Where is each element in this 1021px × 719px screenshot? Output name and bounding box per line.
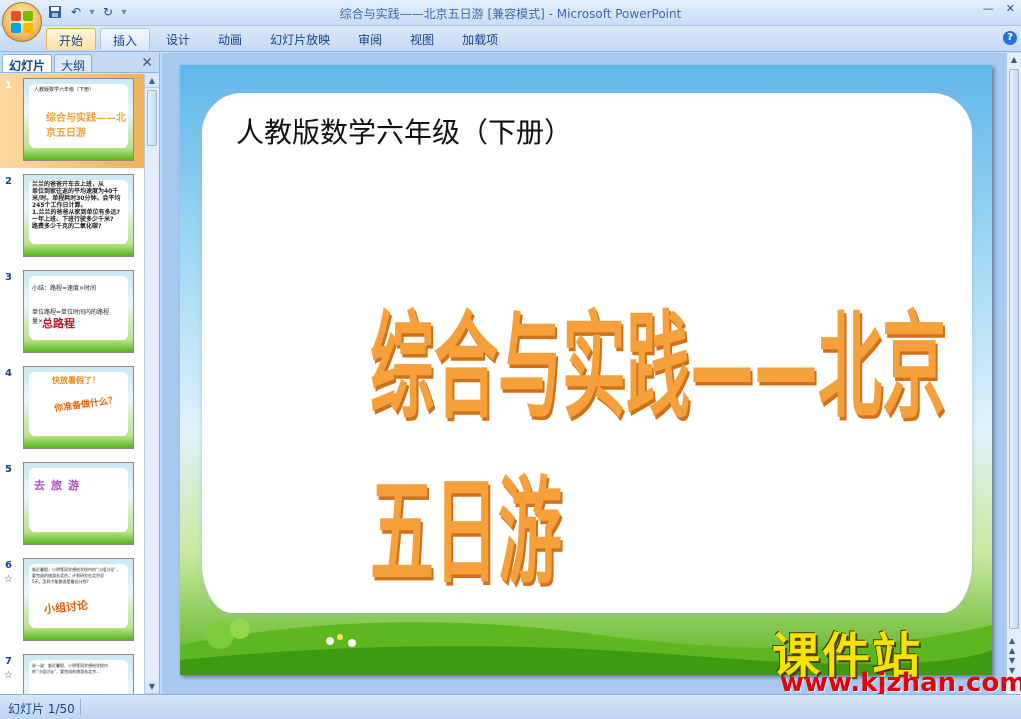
slide-thumbnail-2[interactable]: 2 兰兰的爸爸开车去上班，从 单位到家往返的平均速度为40千 米/时。单程耗时3… — [0, 170, 144, 264]
thumbnail-image: 兰兰的爸爸开车去上班，从 单位到家往返的平均速度为40千 米/时。单程耗时30分… — [23, 174, 134, 257]
thumb-text: 兰兰的爸爸开车去上班，从 — [32, 181, 105, 188]
thumb-title: 去旅游 — [34, 479, 85, 492]
editor-scrollbar[interactable]: ▲ ▲ ▲ ▼ ▼ — [1006, 53, 1021, 694]
slide-editor: 人教版数学六年级（下册） 综合与实践——北京五日游 — [162, 53, 1006, 694]
thumb-text: 单位到家往返的平均速度为40千 — [32, 188, 119, 195]
thumbnail-image: 去旅游 — [23, 462, 134, 545]
ribbon-tabs: 开始 插入 设计 动画 幻灯片放映 审阅 视图 加载项 — [46, 28, 514, 50]
thumb-title: 综合与实践——北京五日游 — [46, 113, 126, 139]
slide-number: 4 — [5, 368, 12, 379]
thumb-text: 的“小组讨论”，要完成的旅游去北京... — [32, 669, 100, 674]
slide-number: 6 — [5, 560, 12, 571]
status-bar: 幻灯片 1/50 — [0, 694, 1021, 719]
slide-canvas[interactable]: 人教版数学六年级（下册） 综合与实践——北京五日游 — [180, 65, 992, 675]
slide-number: 3 — [5, 272, 12, 283]
window-title: 综合与实践——北京五日游 [兼容模式] - Microsoft PowerPoi… — [339, 7, 682, 21]
thumbnail-image: 快放暑假了！ 你准备做什么？ — [23, 366, 134, 449]
tab-design[interactable]: 设计 — [154, 28, 202, 50]
thumb-text: 要完成的旅游去北京，计划研究在北京呆 — [32, 573, 104, 578]
window-controls: — ✕ — [983, 2, 1015, 15]
scroll-up-icon[interactable]: ▲ — [1007, 53, 1021, 67]
thumb-title: 总路程 — [42, 317, 75, 330]
tab-review[interactable]: 审阅 — [346, 28, 394, 50]
tab-slides[interactable]: 幻灯片 — [2, 54, 53, 73]
slide-subtitle[interactable]: 人教版数学六年级（下册） — [236, 111, 572, 151]
tab-animation[interactable]: 动画 — [206, 28, 254, 50]
scroll-up-icon[interactable]: ▲ — [145, 74, 159, 88]
thumb-text: 小结：路程=速度×时间 — [32, 285, 97, 292]
scrollbar-thumb[interactable] — [147, 90, 157, 146]
slide-thumbnail-3[interactable]: 3 小结：路程=速度×时间 单位路程=单位时间内的路程 量× 总路程 — [0, 266, 144, 360]
slide-count: 幻灯片 1/50 — [8, 702, 75, 716]
thumb-text: 1.兰兰的爸爸从家到单位有多远? — [32, 209, 120, 216]
thumb-text: 245个工作日计算。 — [32, 202, 87, 209]
office-logo-icon — [11, 11, 33, 33]
office-button[interactable] — [2, 2, 42, 42]
thumb-text: 米/时。单程耗时30分钟。会平均 — [32, 195, 121, 202]
title-bar: ↶ ▾ ↻ ▾ 综合与实践——北京五日游 [兼容模式] - Microsoft … — [0, 0, 1021, 42]
tab-view[interactable]: 视图 — [398, 28, 446, 50]
thumbnail-image: 人教版数学六年级（下册） 综合与实践——北京五日游 — [23, 78, 134, 161]
thumb-text: 人教版数学六年级（下册） — [34, 87, 95, 93]
minimize-button[interactable]: — — [983, 2, 994, 15]
thumb-text: 临近暑假，小明等同学想给学校内的“小组讨论”， — [32, 567, 121, 572]
ribbon: 开始 插入 设计 动画 幻灯片放映 审阅 视图 加载项 ? — [0, 26, 1021, 52]
close-button[interactable]: ✕ — [1006, 2, 1015, 15]
thumbnail-image: 小结：路程=速度×时间 单位路程=单位时间内的路程 量× 总路程 — [23, 270, 134, 353]
tab-insert[interactable]: 插入 — [100, 28, 151, 50]
slide-number: 5 — [5, 464, 12, 475]
thumbnail-list: 1 人教版数学六年级（下册） 综合与实践——北京五日游 2 兰兰的爸爸开车去上班… — [0, 74, 144, 694]
scroll-down-icon[interactable]: ▼ — [145, 680, 159, 694]
status-divider — [80, 699, 81, 715]
thumbnail-image: 说一说：临近暑假，小明等同学想给学校内 的“小组讨论”，要完成的旅游去北京... — [23, 654, 134, 694]
tab-addins[interactable]: 加载项 — [450, 28, 510, 50]
tab-slideshow[interactable]: 幻灯片放映 — [258, 28, 342, 50]
scrollbar-thumb[interactable] — [1009, 69, 1019, 629]
slide-title[interactable]: 综合与实践——北京五日游 — [370, 275, 992, 606]
thumb-text: 路费多少千克的二氧化碳? — [32, 223, 102, 230]
thumbnail-image: 临近暑假，小明等同学想给学校内的“小组讨论”， 要完成的旅游去北京，计划研究在北… — [23, 558, 134, 641]
thumb-text: 一年上班、下班行驶多少千米? — [32, 216, 114, 223]
pane-tabs: 幻灯片 大纲 ✕ — [0, 53, 159, 73]
thumb-text: 快放暑假了！ — [52, 376, 100, 385]
slides-pane: 幻灯片 大纲 ✕ 1 人教版数学六年级（下册） 综合与实践——北京五日游 2 兰… — [0, 53, 160, 694]
pane-close-icon[interactable]: ✕ — [141, 55, 153, 71]
tab-home[interactable]: 开始 — [46, 28, 97, 50]
thumb-text: 5天，怎样才能旅游是最佳计划? — [32, 579, 89, 584]
slide-number: 1 — [5, 80, 12, 91]
thumbnail-scrollbar[interactable]: ▲ ▼ — [144, 74, 159, 694]
animation-icon: ☆ — [4, 670, 13, 681]
tab-outline[interactable]: 大纲 — [54, 54, 93, 73]
help-icon[interactable]: ? — [1003, 31, 1017, 45]
slide-thumbnail-6[interactable]: 6 ☆ 临近暑假，小明等同学想给学校内的“小组讨论”， 要完成的旅游去北京，计划… — [0, 554, 144, 648]
slide-thumbnail-7[interactable]: 7 ☆ 说一说：临近暑假，小明等同学想给学校内 的“小组讨论”，要完成的旅游去北… — [0, 650, 144, 694]
animation-icon: ☆ — [4, 574, 13, 585]
thumb-text: 说一说：临近暑假，小明等同学想给学校内 — [32, 663, 108, 668]
slide-thumbnail-5[interactable]: 5 去旅游 — [0, 458, 144, 552]
slide-thumbnail-4[interactable]: 4 快放暑假了！ 你准备做什么？ — [0, 362, 144, 456]
slide-thumbnail-1[interactable]: 1 人教版数学六年级（下册） 综合与实践——北京五日游 — [0, 74, 144, 168]
slide-number: 7 — [5, 656, 12, 667]
slide-number: 2 — [5, 176, 12, 187]
